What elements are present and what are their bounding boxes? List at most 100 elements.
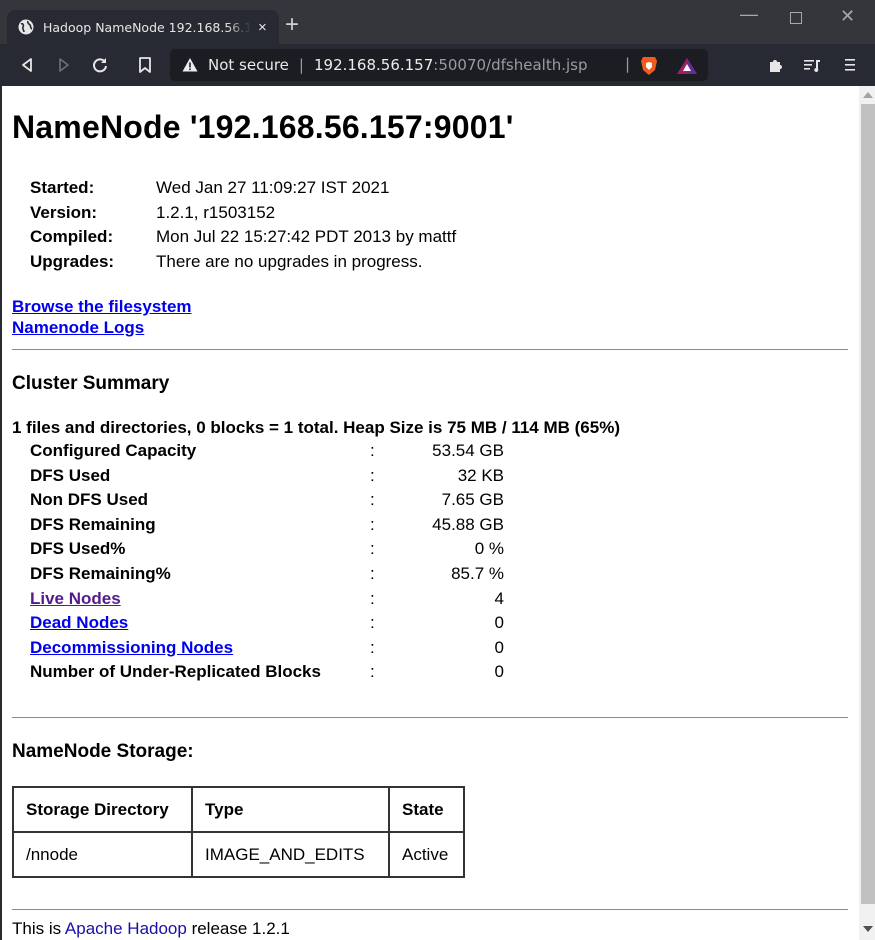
table-header-row: Storage Directory Type State [12,786,465,833]
summary-value: 45.88 GB [432,514,504,534]
page-title: NameNode '192.168.56.157:9001' [12,109,514,145]
info-row-version: Version: 1.2.1, r1503152 [30,201,456,226]
summary-name: DFS Used [30,465,111,485]
cluster-summary-table: Configured Capacity : 53.54 GB DFS Used … [30,439,504,685]
namenode-storage-heading: NameNode Storage: [12,741,194,762]
footer-prefix: This is [12,919,65,938]
puzzle-icon[interactable] [767,56,785,74]
info-label: Version: [30,202,98,222]
summary-name: Configured Capacity [30,441,197,460]
close-icon[interactable]: × [258,19,267,36]
storage-type-cell: IMAGE_AND_EDITS [191,831,390,878]
summary-row: Configured Capacity : 53.54 GB [30,439,504,464]
browser-toolbar: Not secure | 192.168.56.157:50070/dfshea… [0,44,875,86]
info-value: Mon Jul 22 15:27:42 PDT 2013 by mattf [156,227,457,247]
summary-value: 53.54 GB [432,441,504,460]
summary-value: 4 [494,588,504,608]
summary-row: Decommissioning Nodes : 0 [30,636,504,661]
info-row-upgrades: Upgrades: There are no upgrades in progr… [30,250,456,275]
url-separator: | [298,56,304,74]
address-bar[interactable]: Not secure | 192.168.56.157:50070/dfshea… [170,49,708,81]
summary-name-cell: Dead Nodes [30,611,370,636]
maximize-icon[interactable] [790,12,802,24]
brave-lion-icon[interactable] [640,56,658,76]
reload-icon[interactable] [91,56,109,74]
info-label: Compiled: [30,227,114,247]
summary-colon: : [370,662,375,682]
summary-name-cell: Decommissioning Nodes [30,636,370,661]
info-label: Started: [30,178,95,197]
hamburger-icon[interactable] [841,56,859,74]
browse-filesystem-link[interactable]: Browse the filesystem [12,297,192,316]
divider [12,349,848,350]
tab-title: Hadoop NameNode 192.168.56.157:9001 [43,19,251,35]
namenode-logs-link[interactable]: Namenode Logs [12,318,144,337]
summary-row: Live Nodes : 4 [30,587,504,612]
summary-colon: : [370,563,375,583]
url-separator-right: | [625,55,631,73]
page-viewport: NameNode '192.168.56.157:9001' Started: … [0,86,875,940]
summary-row: Dead Nodes : 0 [30,611,504,636]
security-label[interactable]: Not secure [208,56,289,74]
browser-titlebar: Hadoop NameNode 192.168.56.157:9001 × + … [0,0,875,44]
summary-name: Non DFS Used [30,490,149,510]
globe-icon [18,19,34,35]
bat-triangle-icon[interactable] [676,57,698,75]
apache-hadoop-link[interactable]: Apache Hadoop [65,919,187,938]
summary-row: DFS Remaining : 45.88 GB [30,513,504,538]
summary-colon: : [370,441,375,460]
info-value: Wed Jan 27 11:09:27 IST 2021 [156,178,390,197]
column-header: Storage Directory [12,786,193,833]
scroll-up-arrow-icon[interactable] [859,86,875,104]
storage-table: Storage Directory Type State /nnode IMAG… [12,786,465,878]
decommissioning-nodes-link[interactable]: Decommissioning Nodes [30,638,233,657]
summary-value: 0 [494,637,504,657]
live-nodes-link[interactable]: Live Nodes [30,589,121,608]
storage-directory-cell: /nnode [12,831,193,878]
info-label: Upgrades: [30,252,115,272]
info-value: 1.2.1, r1503152 [156,202,276,222]
vertical-scrollbar[interactable] [859,86,875,940]
url-host[interactable]: 192.168.56.157 [314,56,433,74]
scroll-down-arrow-icon[interactable] [859,920,875,938]
summary-colon: : [370,613,375,633]
forward-icon[interactable] [55,56,73,74]
info-row-started: Started: Wed Jan 27 11:09:27 IST 2021 [30,176,456,201]
plus-icon[interactable]: + [285,13,299,37]
summary-value: 85.7 % [451,563,504,583]
storage-state-cell: Active [388,831,465,878]
bookmark-icon[interactable] [136,56,154,74]
footer-suffix: release 1.2.1 [186,919,290,938]
summary-row: Number of Under-Replicated Blocks : 0 [30,660,504,685]
summary-colon: : [370,465,375,485]
summary-value: 7.65 GB [441,490,504,510]
summary-colon: : [370,637,375,657]
warning-icon[interactable] [182,57,198,73]
url-path[interactable]: :50070/dfshealth.jsp [433,56,587,74]
summary-name: DFS Used% [30,539,126,559]
back-icon[interactable] [18,56,36,74]
summary-row: DFS Used% : 0 % [30,537,504,562]
dead-nodes-link[interactable]: Dead Nodes [30,613,128,632]
info-value: There are no upgrades in progress. [156,252,423,272]
summary-row: Non DFS Used : 7.65 GB [30,488,504,513]
summary-name: DFS Remaining% [30,563,171,583]
window-close-icon[interactable]: ✕ [840,6,855,27]
browser-tab-active[interactable]: Hadoop NameNode 192.168.56.157:9001 × [7,10,279,44]
scrollbar-thumb[interactable] [861,104,875,904]
summary-row: DFS Remaining% : 85.7 % [30,562,504,587]
namenode-info: Started: Wed Jan 27 11:09:27 IST 2021 Ve… [30,176,456,275]
summary-name: DFS Remaining [30,514,156,534]
cluster-summary-heading: Cluster Summary [12,373,170,394]
column-header: State [388,786,465,833]
playlist-icon[interactable] [803,56,821,74]
divider [12,909,848,910]
divider [12,717,848,718]
summary-value: 0 [494,662,504,682]
summary-colon: : [370,490,375,510]
minimize-icon[interactable]: — [740,4,758,25]
info-row-compiled: Compiled: Mon Jul 22 15:27:42 PDT 2013 b… [30,225,456,250]
table-row: /nnode IMAGE_AND_EDITS Active [12,831,465,878]
summary-colon: : [370,539,375,559]
summary-value: 0 [494,613,504,633]
